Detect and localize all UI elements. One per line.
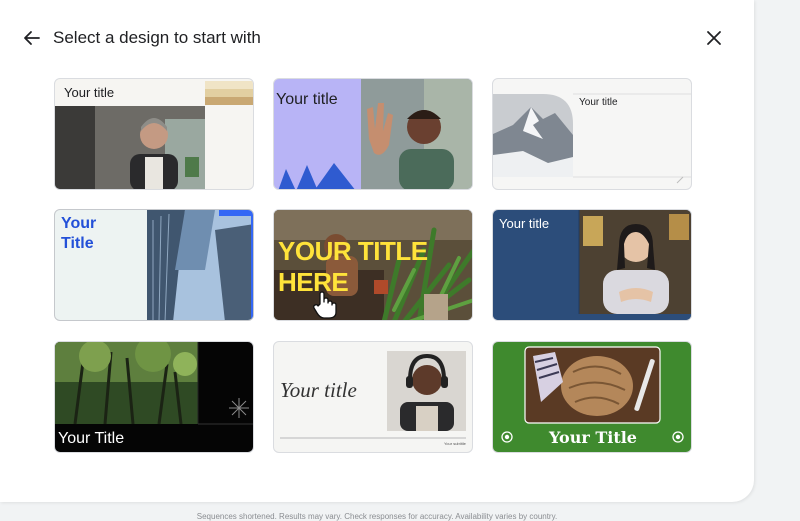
dialog-title: Select a design to start with	[53, 28, 261, 47]
dialog-header: Select a design to start with	[0, 0, 754, 76]
back-arrow-icon[interactable]	[22, 28, 42, 48]
template-7-title: Your Title	[58, 430, 125, 447]
template-card-8[interactable]: Your title Your subtitle	[273, 341, 473, 453]
template-9-title: Your Title	[549, 428, 637, 447]
template-card-9[interactable]: Your Title	[492, 341, 692, 453]
template-4-title: Your Title	[61, 215, 97, 252]
template-3-preview	[493, 93, 691, 184]
template-card-2[interactable]: Your title	[273, 78, 473, 190]
template-2-title: Your title	[276, 91, 338, 108]
template-6-title: Your title	[499, 216, 550, 231]
template-8-title: Your title	[280, 378, 357, 402]
template-card-7[interactable]: Your Title	[54, 341, 254, 453]
design-picker-dialog: Select a design to start with Your title	[0, 0, 754, 502]
template-card-3[interactable]: Your title	[492, 78, 692, 190]
template-card-4[interactable]: Your Title	[54, 209, 254, 321]
template-8-subtitle: Your subtitle	[444, 441, 466, 446]
template-card-5[interactable]: YOUR TITLE HERE	[273, 209, 473, 321]
template-5-title: YOUR TITLE HERE	[278, 236, 428, 297]
template-card-1[interactable]: Your title	[54, 78, 254, 190]
template-1-title: Your title	[64, 85, 115, 100]
template-card-6[interactable]: Your title	[492, 209, 692, 321]
close-icon[interactable]	[704, 28, 724, 48]
hand-cursor-icon	[313, 291, 337, 319]
template-3-title: Your title	[579, 97, 618, 108]
